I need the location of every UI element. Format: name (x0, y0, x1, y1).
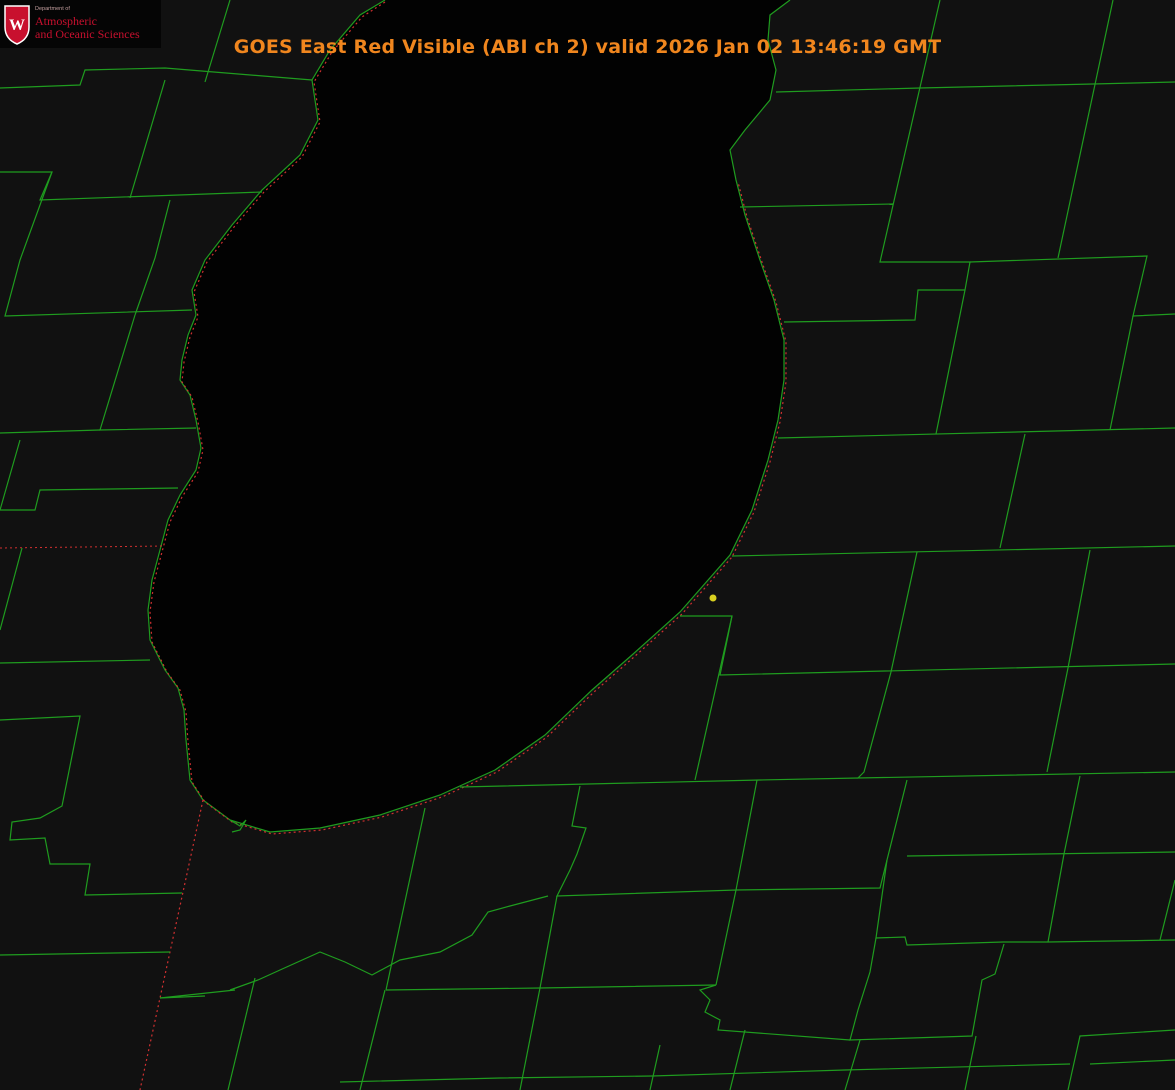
image-title: GOES East Red Visible (ABI ch 2) valid 2… (233, 36, 942, 58)
logo-department-text: Department of (35, 6, 70, 12)
satellite-viewer: W Department of Atmospheric and Oceanic … (0, 0, 1175, 1090)
satellite-map (0, 0, 1175, 1090)
crest-letter: W (9, 17, 25, 34)
station-marker (709, 594, 717, 602)
